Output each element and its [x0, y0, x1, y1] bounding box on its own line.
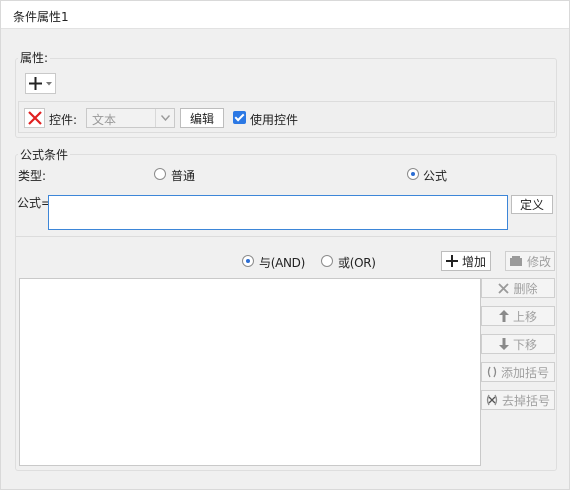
define-button-label: 定义 — [519, 198, 544, 212]
remove-parentheses-icon — [486, 394, 498, 406]
control-type-combo[interactable]: 文本 — [86, 108, 175, 128]
delete-control-button[interactable] — [24, 108, 45, 128]
type-formula-radio[interactable] — [407, 168, 419, 180]
divider — [16, 236, 556, 237]
define-button[interactable]: 定义 — [511, 195, 553, 214]
close-icon — [498, 282, 510, 294]
type-normal-radio[interactable] — [154, 168, 166, 180]
modify-condition-button[interactable]: 修改 — [505, 251, 555, 271]
formula-label: 公式= — [17, 196, 52, 210]
chevron-down-icon — [46, 81, 52, 86]
move-down-label: 下移 — [512, 337, 537, 352]
remove-parentheses-button[interactable]: 去掉括号 — [481, 390, 555, 410]
modify-condition-label: 修改 — [526, 254, 551, 269]
type-label: 类型: — [18, 169, 47, 183]
title-bar: 条件属性1 — [1, 1, 569, 29]
properties-group-label: 属性: — [18, 49, 51, 66]
modify-icon — [509, 255, 523, 267]
use-control-label: 使用控件 — [250, 113, 299, 127]
move-up-label: 上移 — [512, 309, 537, 324]
formula-input[interactable] — [48, 195, 508, 230]
remove-parentheses-label: 去掉括号 — [501, 393, 550, 408]
logic-and-radio[interactable] — [242, 255, 254, 267]
formula-condition-group-label: 公式条件 — [18, 146, 71, 163]
type-normal-label: 普通 — [171, 169, 196, 183]
add-condition-label: 增加 — [461, 254, 486, 269]
condition-list[interactable] — [19, 278, 481, 466]
control-label: 控件: — [49, 113, 78, 127]
control-type-value: 文本 — [92, 113, 117, 127]
parentheses-icon — [487, 366, 497, 378]
move-up-button[interactable]: 上移 — [481, 306, 555, 326]
add-condition-button[interactable]: 增加 — [441, 251, 491, 271]
plus-icon — [445, 255, 458, 267]
add-parentheses-button[interactable]: 添加括号 — [481, 362, 555, 382]
use-control-checkbox[interactable] — [233, 111, 246, 124]
plus-icon — [29, 77, 42, 90]
edit-button[interactable]: 编辑 — [180, 108, 224, 128]
condition-properties-window: 条件属性1 属性: 控件: 文本 编辑 使用控件 公式条件 类型: 普通 公式 … — [0, 0, 570, 490]
move-down-button[interactable]: 下移 — [481, 334, 555, 354]
type-formula-label: 公式 — [423, 169, 448, 183]
logic-or-radio[interactable] — [321, 255, 333, 267]
arrow-up-icon — [498, 310, 509, 322]
chevron-down-icon — [155, 109, 174, 127]
logic-and-label: 与(AND) — [259, 256, 305, 270]
add-parentheses-label: 添加括号 — [500, 365, 549, 380]
arrow-down-icon — [498, 338, 509, 350]
window-title: 条件属性1 — [13, 10, 69, 24]
add-property-button[interactable] — [25, 73, 56, 94]
close-icon — [27, 111, 42, 125]
delete-button[interactable]: 删除 — [481, 278, 555, 298]
delete-button-label: 删除 — [513, 281, 538, 296]
logic-or-label: 或(OR) — [338, 256, 376, 270]
edit-button-label: 编辑 — [189, 111, 214, 126]
